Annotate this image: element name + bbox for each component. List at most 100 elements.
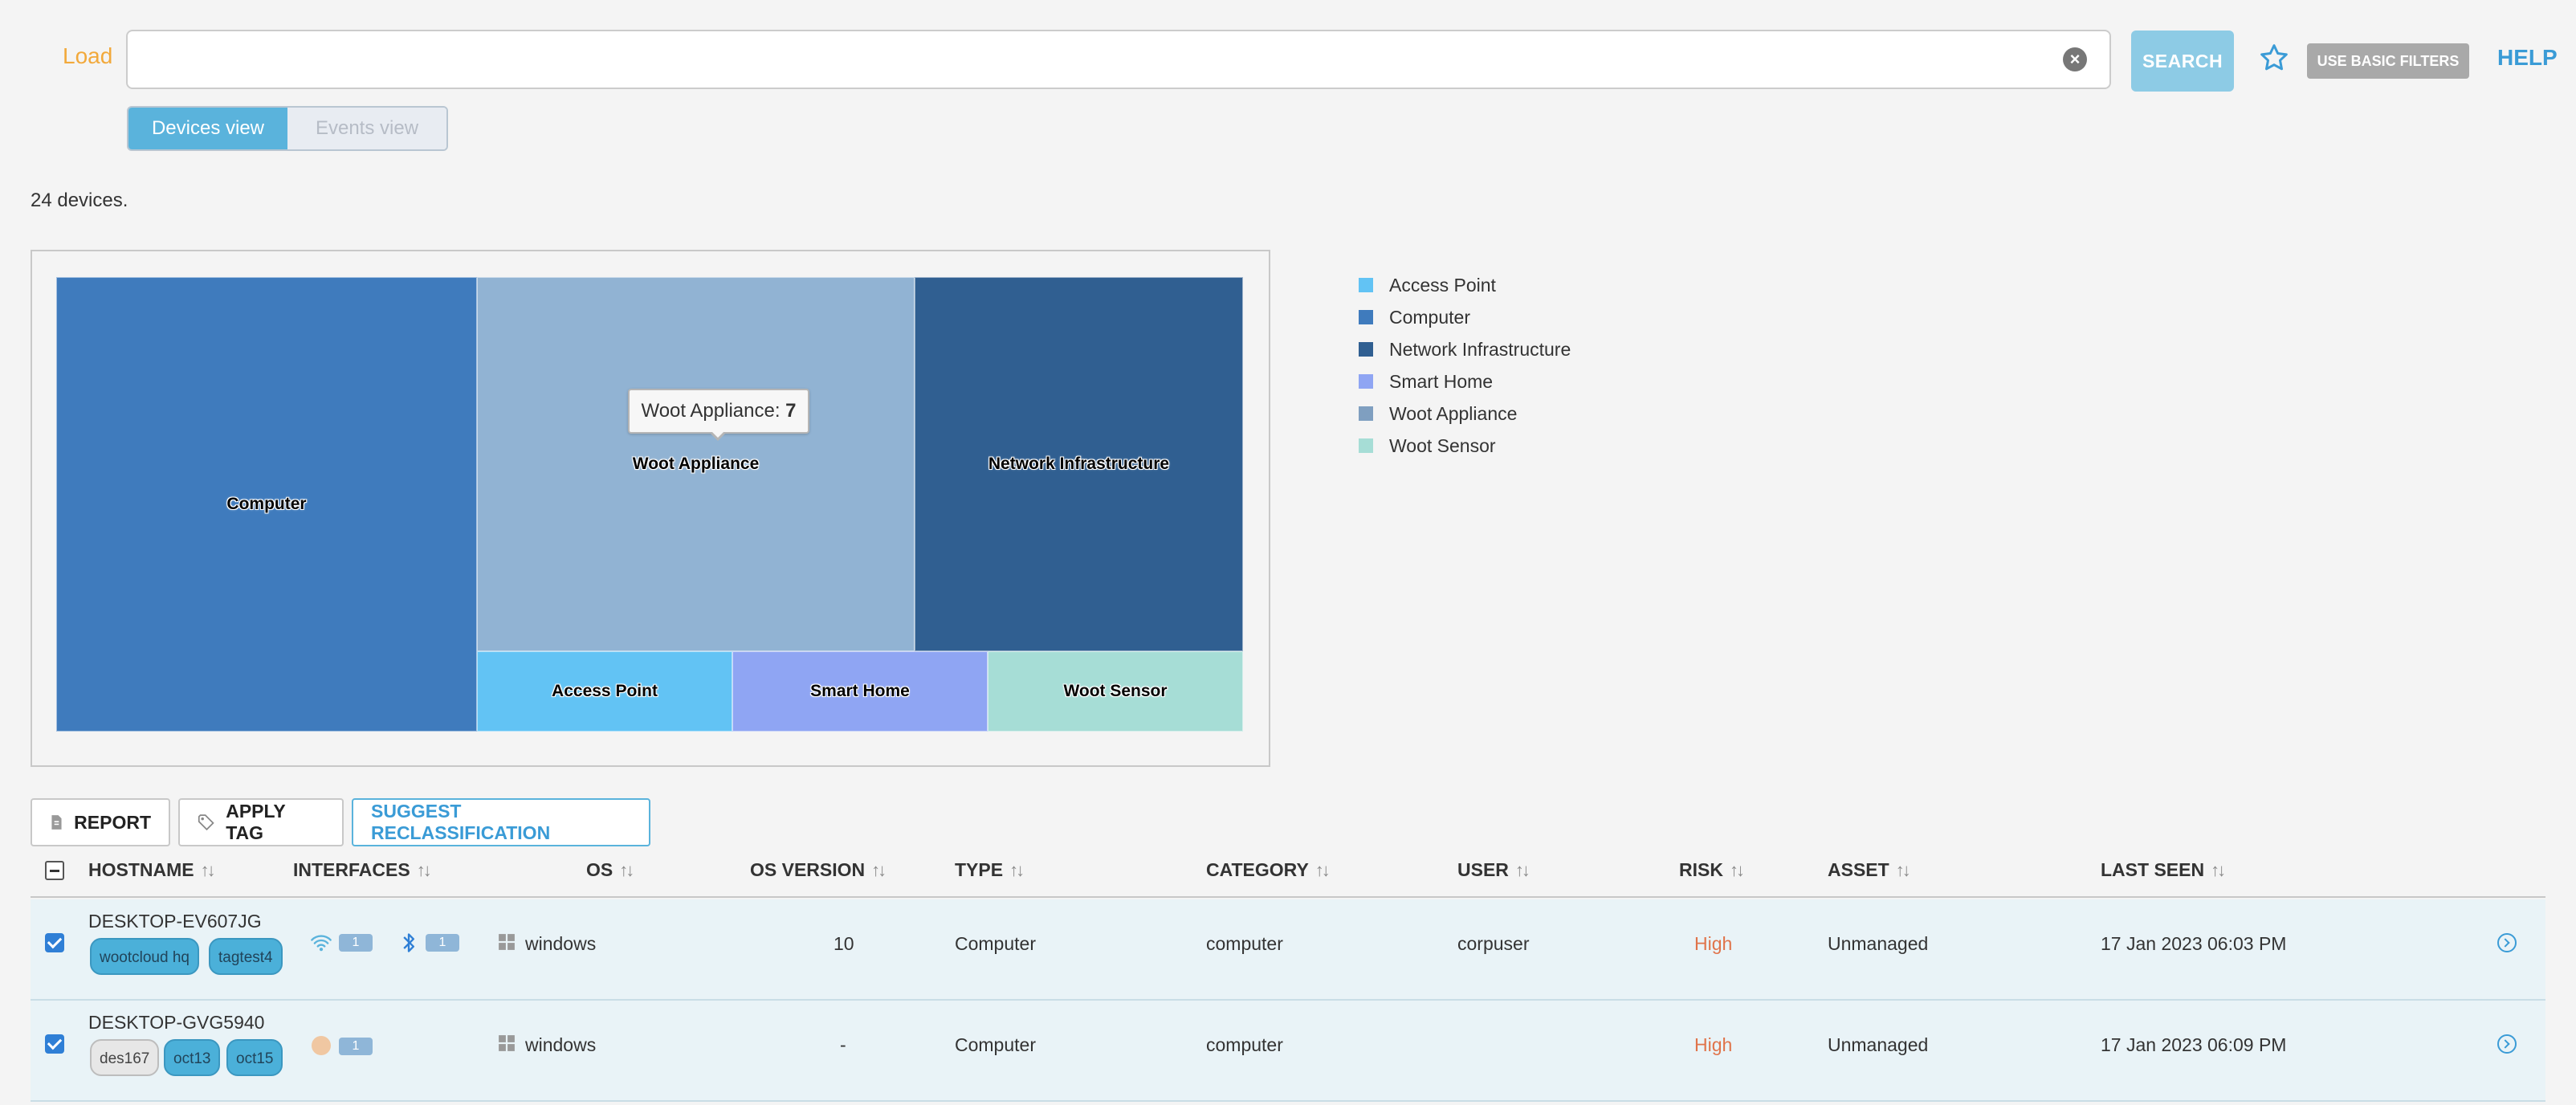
tab-events-view[interactable]: Events view — [287, 108, 446, 149]
sort-icon[interactable]: ↑↓ — [1730, 860, 1745, 880]
row-checkbox[interactable] — [45, 1034, 64, 1054]
treemap-cell-computer[interactable]: Computer — [56, 277, 477, 732]
view-toggle: Devices view Events view — [127, 106, 448, 151]
tooltip-label: Woot Appliance: — [641, 400, 786, 422]
hostname[interactable]: DESKTOP-EV607JG — [88, 911, 262, 932]
risk-value: High — [1694, 933, 1733, 954]
device-tag[interactable]: des167 — [90, 1039, 160, 1076]
treemap-label: Access Point — [552, 682, 658, 700]
user-value: corpuser — [1457, 933, 1530, 954]
legend-label: Computer — [1389, 306, 1470, 328]
report-label: REPORT — [74, 811, 151, 833]
row-detail-icon[interactable] — [2497, 933, 2517, 952]
hostname[interactable]: DESKTOP-GVG5940 — [88, 1012, 264, 1034]
star-icon[interactable] — [2258, 42, 2290, 74]
device-count: 24 devices. — [31, 190, 128, 211]
table-row[interactable]: DESKTOP-EV607JG wootcloud hq tagtest4 1 … — [31, 899, 2545, 1001]
row-checkbox[interactable] — [45, 933, 64, 952]
search-button[interactable]: SEARCH — [2131, 31, 2234, 92]
table-row[interactable]: DESKTOP-GVG5940 des167 oct13 oct15 1 win… — [31, 1001, 2545, 1102]
clear-search-icon[interactable]: × — [2063, 47, 2087, 71]
category-value: computer — [1206, 933, 1283, 954]
suggest-reclassification-button[interactable]: SUGGEST RECLASSIFICATION — [352, 798, 650, 846]
col-type[interactable]: TYPE ↑↓ — [955, 859, 1025, 881]
treemap-cell-access-point[interactable]: Access Point — [477, 651, 732, 732]
sort-icon[interactable]: ↑↓ — [2211, 860, 2226, 880]
search-input[interactable]: × — [126, 30, 2111, 89]
col-last-seen[interactable]: LAST SEEN ↑↓ — [2101, 859, 2226, 881]
treemap-cell-smart-home[interactable]: Smart Home — [732, 651, 988, 732]
apply-tag-button[interactable]: APPLY TAG — [178, 798, 344, 846]
legend-swatch — [1359, 278, 1373, 292]
device-tag[interactable]: wootcloud hq — [90, 938, 199, 975]
legend-item[interactable]: Woot Sensor — [1359, 430, 1571, 462]
treemap-cell-woot-sensor[interactable]: Woot Sensor — [988, 651, 1243, 732]
col-risk[interactable]: RISK ↑↓ — [1679, 859, 1745, 881]
col-category[interactable]: CATEGORY ↑↓ — [1206, 859, 1331, 881]
sort-icon[interactable]: ↑↓ — [871, 860, 887, 880]
tooltip-value: 7 — [785, 400, 797, 422]
legend-label: Smart Home — [1389, 370, 1494, 392]
wifi-count-badge: 1 — [339, 934, 373, 952]
col-os-version-label: OS VERSION — [750, 859, 866, 880]
sort-icon[interactable]: ↑↓ — [417, 860, 432, 880]
treemap-cell-woot-appliance[interactable]: Woot Appliance — [477, 277, 915, 651]
bluetooth-count-badge: 1 — [426, 934, 459, 952]
suggest-reclassification-label: SUGGEST RECLASSIFICATION — [371, 801, 551, 843]
col-hostname[interactable]: HOSTNAME ↑↓ — [88, 859, 216, 881]
col-user[interactable]: USER ↑↓ — [1457, 859, 1531, 881]
treemap-tooltip: Woot Appliance: 7 — [628, 389, 809, 434]
col-os-version[interactable]: OS VERSION ↑↓ — [750, 859, 887, 881]
risk-value: High — [1694, 1034, 1733, 1055]
use-basic-filters-button[interactable]: USE BASIC FILTERS — [2307, 43, 2469, 79]
asset-value: Unmanaged — [1828, 933, 1929, 954]
bluetooth-icon — [403, 933, 414, 952]
device-tag[interactable]: oct15 — [226, 1039, 283, 1076]
apply-tag-label: APPLY TAG — [226, 801, 286, 843]
treemap-label: Computer — [226, 495, 307, 513]
legend-label: Access Point — [1389, 274, 1496, 296]
col-last-seen-label: LAST SEEN — [2101, 859, 2205, 880]
device-tag[interactable]: tagtest4 — [209, 938, 283, 975]
legend-swatch — [1359, 374, 1373, 389]
col-asset[interactable]: ASSET ↑↓ — [1828, 859, 1911, 881]
col-user-label: USER — [1457, 859, 1509, 880]
col-os-label: OS — [586, 859, 613, 880]
col-os[interactable]: OS ↑↓ — [586, 859, 634, 881]
sort-icon[interactable]: ↑↓ — [619, 860, 634, 880]
tag-icon — [198, 814, 214, 831]
report-button[interactable]: REPORT — [31, 798, 170, 846]
sort-icon[interactable]: ↑↓ — [1315, 860, 1331, 880]
load-label[interactable]: Load — [63, 43, 112, 69]
legend-item[interactable]: Woot Appliance — [1359, 398, 1571, 430]
row-detail-icon[interactable] — [2497, 1034, 2517, 1054]
legend-swatch — [1359, 342, 1373, 357]
sort-icon[interactable]: ↑↓ — [201, 860, 216, 880]
legend-item[interactable]: Access Point — [1359, 269, 1571, 301]
windows-icon — [499, 934, 515, 950]
treemap-cell-network-infrastructure[interactable]: Network Infrastructure — [915, 277, 1243, 651]
legend-item[interactable]: Network Infrastructure — [1359, 333, 1571, 365]
help-link[interactable]: HELP — [2497, 45, 2558, 71]
device-tag[interactable]: oct13 — [164, 1039, 221, 1076]
treemap-legend: Access Point Computer Network Infrastructu… — [1359, 269, 1571, 462]
legend-swatch — [1359, 310, 1373, 324]
select-all-checkbox[interactable] — [45, 861, 64, 880]
wifi-icon — [311, 935, 332, 952]
col-type-label: TYPE — [955, 859, 1004, 880]
legend-label: Woot Sensor — [1389, 434, 1496, 456]
col-interfaces-label: INTERFACES — [293, 859, 410, 880]
sort-icon[interactable]: ↑↓ — [1515, 860, 1531, 880]
asset-value: Unmanaged — [1828, 1034, 1929, 1055]
tab-devices-view[interactable]: Devices view — [128, 108, 287, 149]
os-version-value: 10 — [834, 933, 854, 954]
legend-label: Woot Appliance — [1389, 402, 1518, 424]
col-asset-label: ASSET — [1828, 859, 1889, 880]
sort-icon[interactable]: ↑↓ — [1896, 860, 1911, 880]
legend-swatch — [1359, 438, 1373, 453]
col-interfaces[interactable]: INTERFACES ↑↓ — [293, 859, 432, 881]
legend-item[interactable]: Computer — [1359, 301, 1571, 333]
legend-item[interactable]: Smart Home — [1359, 365, 1571, 398]
treemap-label: Network Infrastructure — [988, 455, 1170, 473]
sort-icon[interactable]: ↑↓ — [1009, 860, 1025, 880]
